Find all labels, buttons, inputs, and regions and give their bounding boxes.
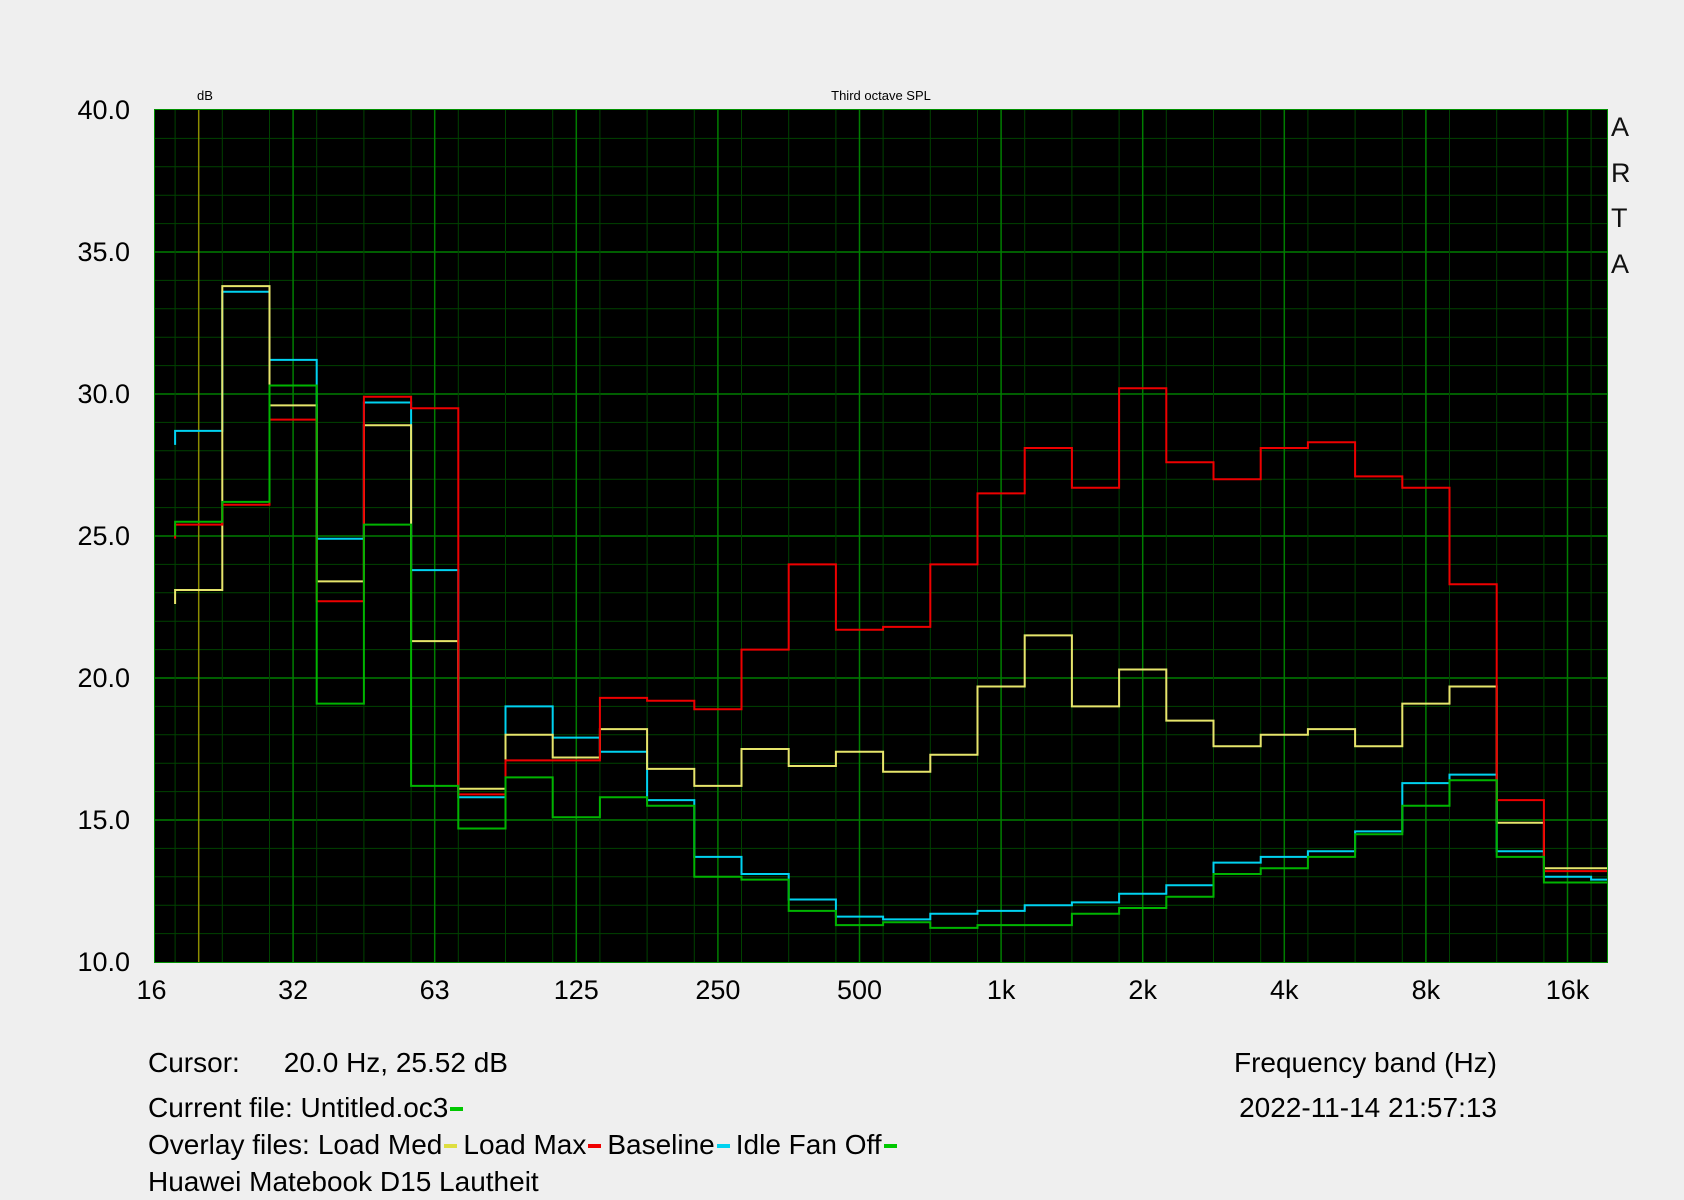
x-tick-125: 125	[553, 975, 599, 1005]
overlay-files-row: Overlay files: Load Med Load Max Baseline Id…	[148, 1128, 897, 1162]
overlay-name-load-med: Load Med	[317, 1129, 443, 1160]
overlay-color-dash-load-med	[444, 1144, 458, 1148]
x-tick-16: 16	[136, 975, 167, 1005]
cursor-label: Cursor:	[148, 1047, 240, 1078]
y-tick-30.0: 30.0	[77, 379, 130, 409]
timestamp: 2022-11-14 21:57:13	[1239, 1092, 1497, 1123]
series-curve-load-med	[174, 285, 1607, 870]
overlay-legend-list: Load Med Load Max Baseline Idle Fan Off	[312, 1129, 897, 1160]
x-tick-63: 63	[419, 975, 450, 1005]
x-tick-8k: 8k	[1411, 975, 1441, 1005]
cursor-value: 20.0 Hz, 25.52 dB	[283, 1047, 508, 1078]
x-tick-32: 32	[278, 975, 309, 1005]
brand-letter-T-2: T	[1611, 203, 1628, 233]
overlay-name-idle-fan-off: Idle Fan Off	[735, 1129, 882, 1160]
chart-title: Third octave SPL	[831, 88, 931, 103]
series-curve-idle-fan-off	[174, 384, 1607, 929]
overlay-files-label: Overlay files:	[148, 1129, 310, 1160]
y-tick-15.0: 15.0	[77, 805, 130, 835]
y-tick-40.0: 40.0	[77, 95, 130, 125]
x-axis-title: Frequency band (Hz)	[1233, 1047, 1497, 1078]
x-tick-1k: 1k	[986, 975, 1016, 1005]
current-file-color-dash	[450, 1107, 464, 1111]
series-curve-baseline	[174, 290, 1607, 921]
y-tick-25.0: 25.0	[77, 521, 130, 551]
series-curve-load-max	[174, 387, 1607, 873]
overlay-color-dash-idle-fan-off	[883, 1144, 897, 1148]
overlay-name-load-max: Load Max	[463, 1129, 587, 1160]
y-tick-20.0: 20.0	[77, 663, 130, 693]
cursor-readout: Cursor: 20.0 Hz, 25.52 dB	[148, 1046, 508, 1080]
x-tick-2k: 2k	[1128, 975, 1157, 1005]
brand-letter-A-3: A	[1611, 248, 1630, 279]
overlay-name-baseline: Baseline	[607, 1129, 715, 1160]
y-tick-35.0: 35.0	[77, 237, 130, 267]
spl-plot-svg[interactable]	[155, 110, 1607, 962]
brand-letter-R-1: R	[1611, 157, 1631, 188]
y-tick-10.0: 10.0	[77, 947, 130, 977]
x-tick-4k: 4k	[1270, 975, 1299, 1005]
overlay-color-dash-baseline	[716, 1144, 730, 1148]
device-note: Huawei Matebook D15 Lautheit	[148, 1166, 539, 1197]
current-file-name: Untitled.oc3	[300, 1092, 449, 1123]
brand-letter-A-0: A	[1611, 112, 1630, 142]
x-tick-250: 250	[695, 975, 741, 1005]
current-file-row: Current file: Untitled.oc3	[148, 1091, 464, 1125]
y-axis-unit-label: dB	[197, 88, 213, 103]
spl-plot-area[interactable]	[154, 109, 1608, 963]
x-tick-500: 500	[836, 975, 883, 1005]
current-file-label: Current file:	[148, 1092, 293, 1123]
x-tick-16k: 16k	[1545, 975, 1590, 1005]
overlay-color-dash-load-max	[588, 1144, 602, 1148]
